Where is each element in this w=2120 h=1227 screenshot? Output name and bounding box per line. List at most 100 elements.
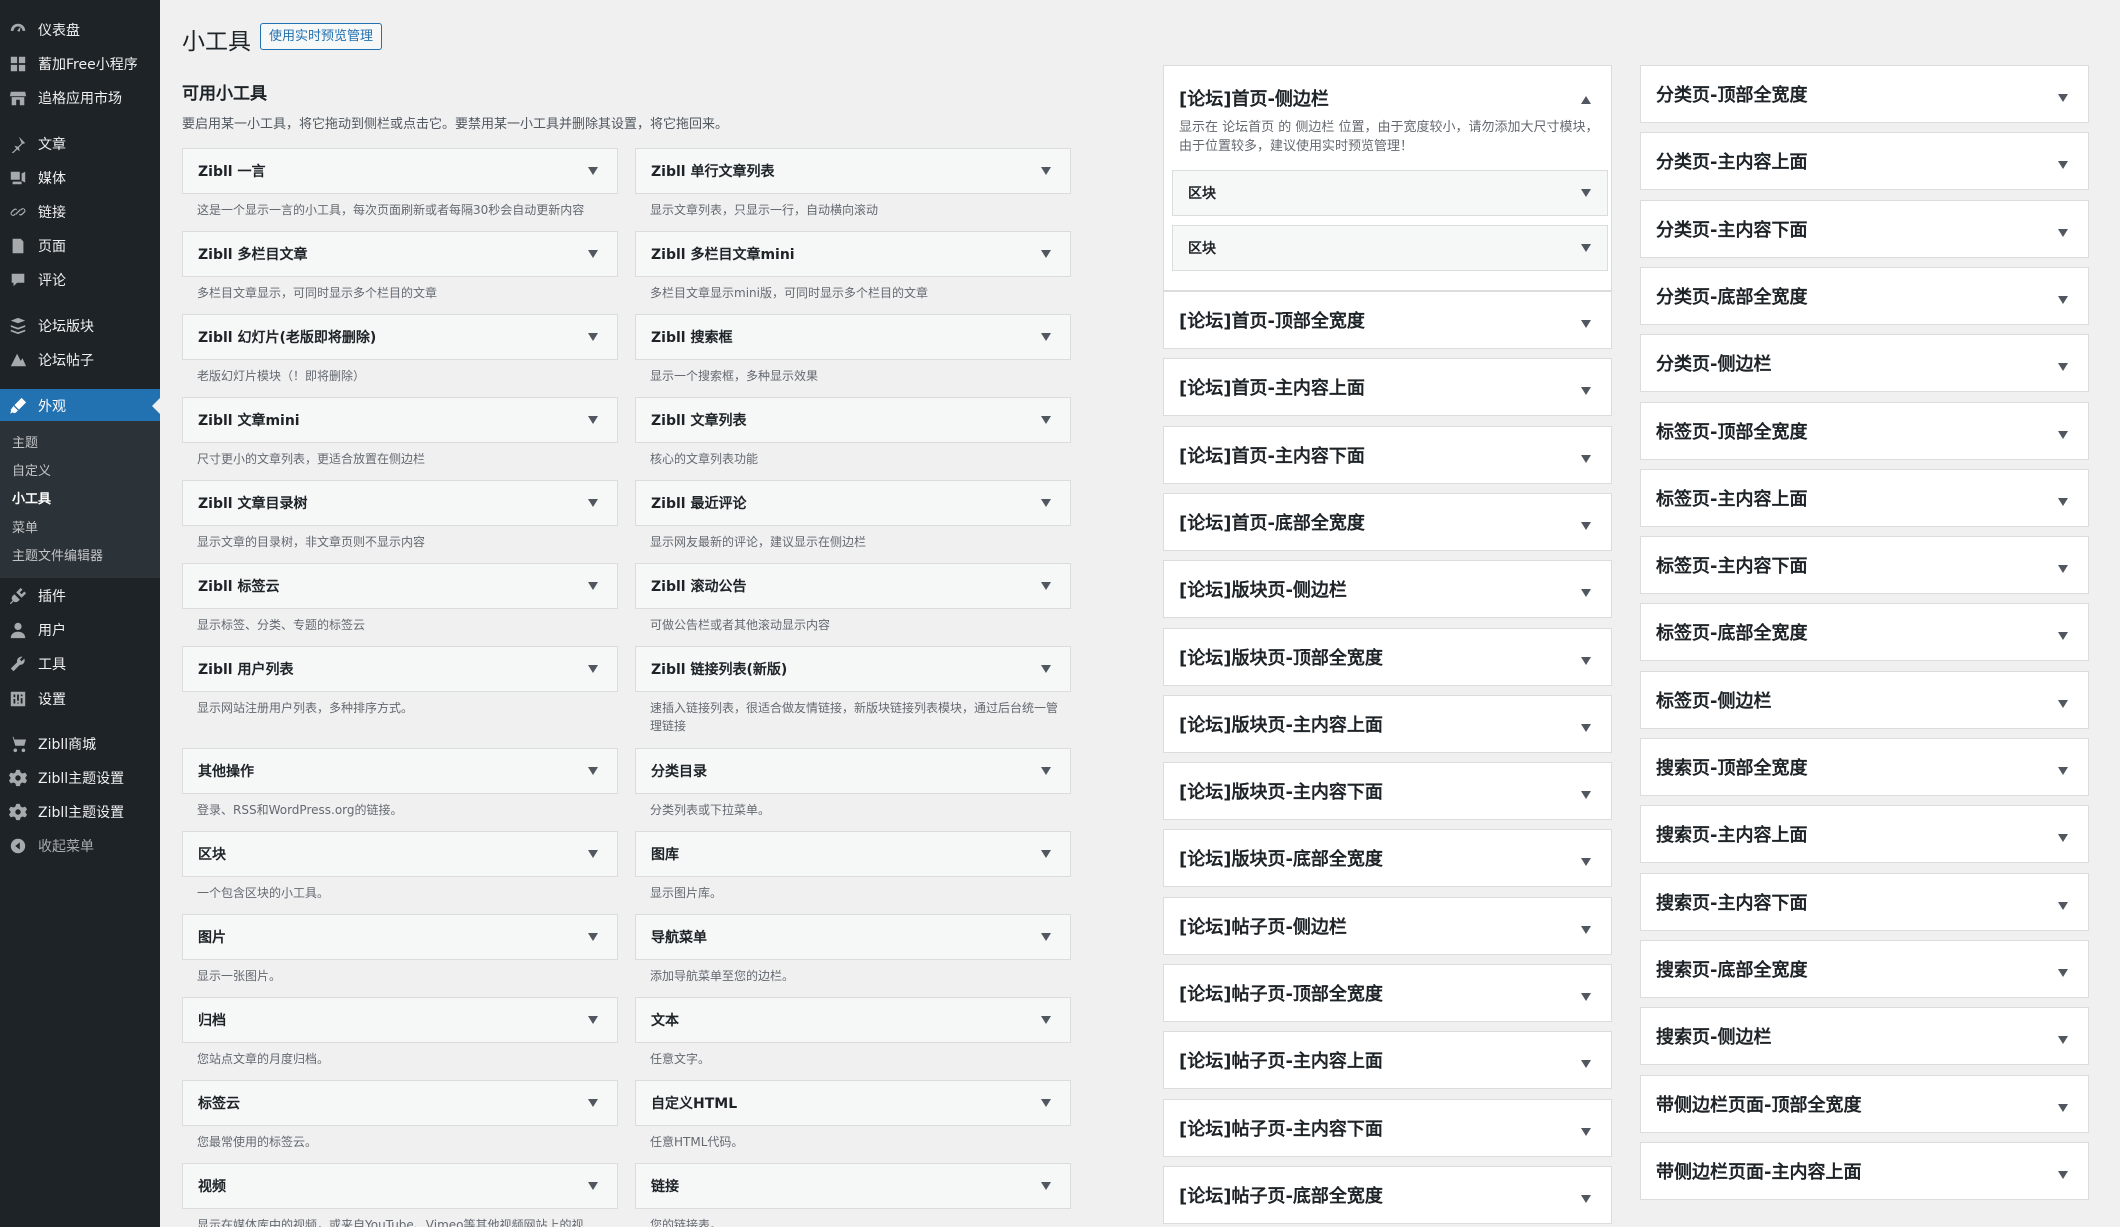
chevron-down-icon[interactable] — [1581, 985, 1591, 1006]
menu-settings[interactable]: 设置 — [0, 682, 160, 716]
chevron-down-icon[interactable] — [1038, 1178, 1054, 1194]
widget-area[interactable]: 分类页-主内容下面 — [1640, 199, 2089, 258]
widget-area[interactable]: [论坛]帖子页-顶部全宽度 — [1163, 964, 1612, 1022]
chevron-down-icon[interactable] — [1581, 918, 1591, 939]
widget-area[interactable]: 分类页-底部全宽度 — [1640, 266, 2089, 325]
menu-app-market[interactable]: 追格应用市场 — [0, 81, 160, 115]
available-widget[interactable]: 链接 — [635, 1163, 1071, 1209]
widget-area[interactable]: 带侧边栏页面-顶部全宽度 — [1640, 1074, 2089, 1133]
chevron-down-icon[interactable] — [585, 329, 601, 345]
menu-comments[interactable]: 评论 — [0, 263, 160, 297]
chevron-down-icon[interactable] — [2058, 557, 2068, 578]
submenu-menus[interactable]: 菜单 — [12, 518, 38, 540]
available-widget[interactable]: Zibll 最近评论 — [635, 480, 1071, 526]
menu-collapse[interactable]: 收起菜单 — [0, 829, 160, 863]
chevron-down-icon[interactable] — [2058, 288, 2068, 309]
available-widget[interactable]: 标签云 — [182, 1080, 618, 1126]
available-widget[interactable]: Zibll 链接列表(新版) — [635, 646, 1071, 692]
available-widget[interactable]: Zibll 文章mini — [182, 397, 618, 443]
chevron-down-icon[interactable] — [2058, 490, 2068, 511]
submenu-customize[interactable]: 自定义 — [12, 461, 51, 483]
menu-posts[interactable]: 文章 — [0, 127, 160, 161]
chevron-down-icon[interactable] — [2058, 624, 2068, 645]
chevron-down-icon[interactable] — [1038, 329, 1054, 345]
widget-area[interactable]: 分类页-侧边栏 — [1640, 334, 2089, 393]
chevron-down-icon[interactable] — [1038, 495, 1054, 511]
chevron-down-icon[interactable] — [585, 929, 601, 945]
chevron-down-icon[interactable] — [1581, 850, 1591, 871]
available-widget[interactable]: Zibll 标签云 — [182, 563, 618, 609]
available-widget[interactable]: 自定义HTML — [635, 1080, 1071, 1126]
widget-area[interactable]: [论坛]版块页-侧边栏 — [1163, 560, 1612, 619]
chevron-down-icon[interactable] — [1581, 716, 1591, 737]
chevron-down-icon[interactable] — [2058, 86, 2068, 107]
chevron-down-icon[interactable] — [585, 412, 601, 428]
chevron-down-icon[interactable] — [1581, 1052, 1591, 1073]
widget-area[interactable]: 搜索页-顶部全宽度 — [1640, 738, 2089, 796]
chevron-down-icon[interactable] — [1581, 1187, 1591, 1208]
menu-plugins[interactable]: 插件 — [0, 579, 160, 613]
widget-area[interactable]: 标签页-底部全宽度 — [1640, 603, 2089, 662]
menu-forum-posts[interactable]: 论坛帖子 — [0, 343, 160, 377]
menu-dashboard[interactable]: 仪表盘 — [0, 13, 160, 47]
chevron-down-icon[interactable] — [1038, 929, 1054, 945]
live-preview-button[interactable]: 使用实时预览管理 — [260, 23, 383, 50]
chevron-down-icon[interactable] — [2058, 826, 2068, 847]
widget-area[interactable]: [论坛]帖子页-主内容下面 — [1163, 1098, 1612, 1157]
chevron-down-icon[interactable] — [2058, 355, 2068, 376]
widget-area[interactable]: [论坛]版块页-底部全宽度 — [1163, 829, 1612, 888]
available-widget[interactable]: Zibll 文章目录树 — [182, 480, 618, 526]
widget-area[interactable]: [论坛]版块页-主内容下面 — [1163, 762, 1612, 821]
widget-area[interactable]: 标签页-侧边栏 — [1640, 670, 2089, 729]
submenu-widgets[interactable]: 小工具 — [12, 489, 51, 511]
menu-pages[interactable]: 页面 — [0, 229, 160, 263]
chevron-down-icon[interactable] — [1581, 240, 1591, 256]
widget-area-forum-home-sidebar[interactable]: [论坛]首页-侧边栏 显示在 论坛首页 的 侧边栏 位置，由于宽度较小，请勿添加… — [1163, 65, 1612, 291]
chevron-down-icon[interactable] — [1038, 163, 1054, 179]
chevron-down-icon[interactable] — [1581, 514, 1591, 535]
chevron-down-icon[interactable] — [1038, 846, 1054, 862]
widget-area[interactable]: 搜索页-主内容下面 — [1640, 872, 2089, 931]
chevron-down-icon[interactable] — [585, 1012, 601, 1028]
submenu-themes[interactable]: 主题 — [12, 433, 38, 455]
widget-area[interactable]: 标签页-主内容下面 — [1640, 536, 2089, 595]
chevron-down-icon[interactable] — [2058, 692, 2068, 713]
available-widget[interactable]: Zibll 滚动公告 — [635, 563, 1071, 609]
chevron-down-icon[interactable] — [585, 763, 601, 779]
widget-area[interactable]: 搜索页-侧边栏 — [1640, 1007, 2089, 1066]
widget-area[interactable]: 标签页-主内容上面 — [1640, 468, 2089, 527]
widget-area[interactable]: [论坛]首页-顶部全宽度 — [1163, 291, 1612, 349]
chevron-down-icon[interactable] — [585, 495, 601, 511]
chevron-down-icon[interactable] — [1581, 783, 1591, 804]
chevron-down-icon[interactable] — [1038, 412, 1054, 428]
available-widget[interactable]: Zibll 文章列表 — [635, 397, 1071, 443]
available-widget[interactable]: 分类目录 — [635, 748, 1071, 794]
chevron-down-icon[interactable] — [2058, 221, 2068, 242]
available-widget[interactable]: Zibll 用户列表 — [182, 646, 618, 692]
chevron-down-icon[interactable] — [1038, 1012, 1054, 1028]
chevron-down-icon[interactable] — [585, 246, 601, 262]
chevron-down-icon[interactable] — [585, 846, 601, 862]
chevron-down-icon[interactable] — [585, 1178, 601, 1194]
chevron-down-icon[interactable] — [2058, 153, 2068, 174]
widget-area[interactable]: 带侧边栏页面-主内容上面 — [1640, 1141, 2089, 1200]
available-widget[interactable]: 导航菜单 — [635, 914, 1071, 960]
menu-appearance[interactable]: 外观 — [0, 389, 160, 423]
widget-area[interactable]: [论坛]首页-主内容下面 — [1163, 425, 1612, 484]
available-widget[interactable]: 其他操作 — [182, 748, 618, 794]
widget-area[interactable]: 分类页-主内容上面 — [1640, 132, 2089, 191]
submenu-theme-editor[interactable]: 主题文件编辑器 — [12, 546, 103, 568]
available-widget[interactable]: Zibll 幻灯片(老版即将删除) — [182, 314, 618, 360]
menu-miniprogram[interactable]: 蓄加Free小程序 — [0, 47, 160, 81]
chevron-down-icon[interactable] — [1038, 578, 1054, 594]
available-widget[interactable]: Zibll 多栏目文章mini — [635, 231, 1071, 277]
chevron-down-icon[interactable] — [1581, 581, 1591, 602]
chevron-down-icon[interactable] — [1581, 185, 1591, 201]
menu-media[interactable]: 媒体 — [0, 161, 160, 195]
available-widget[interactable]: 文本 — [635, 997, 1071, 1043]
chevron-down-icon[interactable] — [1038, 763, 1054, 779]
available-widget[interactable]: Zibll 单行文章列表 — [635, 148, 1071, 194]
widget-area[interactable]: 分类页-顶部全宽度 — [1640, 65, 2089, 123]
menu-users[interactable]: 用户 — [0, 613, 160, 647]
chevron-down-icon[interactable] — [585, 661, 601, 677]
